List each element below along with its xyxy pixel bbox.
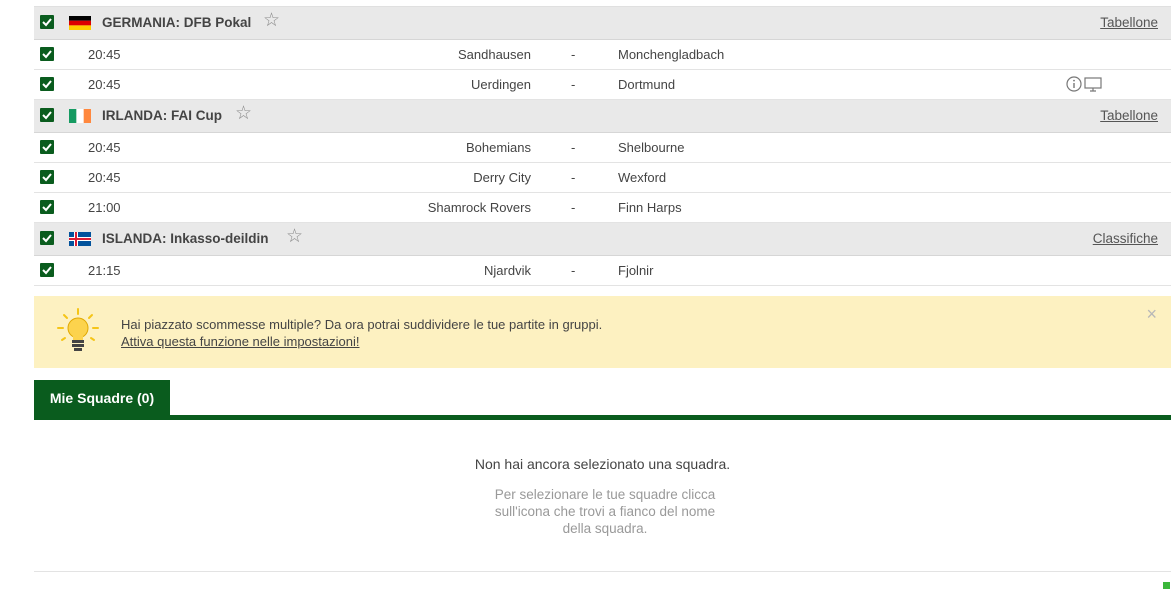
empty-state-hint: Per selezionare le tue squadre clicca su… bbox=[494, 487, 716, 536]
home-team: Bohemians bbox=[465, 140, 531, 155]
league-link-tabellone[interactable]: Tabellone bbox=[1100, 108, 1158, 123]
league-checkbox[interactable] bbox=[40, 231, 54, 245]
close-icon[interactable]: × bbox=[1146, 304, 1157, 325]
match-checkbox[interactable] bbox=[40, 47, 54, 61]
match-list: GERMANIA: DFB Pokal ☆ Tabellone 20:45 Sa… bbox=[34, 7, 1171, 286]
away-team: Dortmund bbox=[618, 77, 676, 92]
league-name[interactable]: IRLANDA: FAI Cup bbox=[102, 108, 222, 123]
match-checkbox[interactable] bbox=[40, 77, 54, 91]
score-separator: - bbox=[571, 47, 576, 62]
match-checkbox[interactable] bbox=[40, 263, 54, 277]
match-time: 20:45 bbox=[88, 47, 121, 62]
score-separator: - bbox=[571, 140, 576, 155]
status-indicator bbox=[1163, 582, 1170, 589]
match-row[interactable]: 20:45 Uerdingen - Dortmund bbox=[34, 70, 1171, 100]
match-row[interactable]: 21:15 Njardvik - Fjolnir bbox=[34, 256, 1171, 286]
away-team: Wexford bbox=[618, 170, 667, 185]
home-team: Sandhausen bbox=[457, 47, 531, 62]
away-team: Finn Harps bbox=[618, 200, 682, 215]
league-checkbox[interactable] bbox=[40, 15, 54, 29]
home-team: Uerdingen bbox=[471, 77, 531, 92]
match-row[interactable]: 21:00 Shamrock Rovers - Finn Harps bbox=[34, 193, 1171, 223]
home-team: Njardvik bbox=[484, 263, 531, 278]
match-row[interactable]: 20:45 Derry City - Wexford bbox=[34, 163, 1171, 193]
away-team: Shelbourne bbox=[618, 140, 685, 155]
tab-my-teams[interactable]: Mie Squadre (0) bbox=[34, 380, 170, 415]
match-row[interactable]: 20:45 Sandhausen - Monchengladbach bbox=[34, 40, 1171, 70]
away-team: Fjolnir bbox=[618, 263, 654, 278]
info-banner: Hai piazzato scommesse multiple? Da ora … bbox=[34, 296, 1171, 368]
favorite-star-icon[interactable]: ☆ bbox=[263, 11, 280, 30]
favorite-star-icon[interactable]: ☆ bbox=[286, 227, 303, 246]
league-header-iceland: ISLANDA: Inkasso-deildin ☆ Classifiche bbox=[34, 223, 1171, 256]
tv-icon[interactable] bbox=[1084, 76, 1102, 92]
league-checkbox[interactable] bbox=[40, 108, 54, 122]
banner-settings-link[interactable]: Attiva questa funzione nelle impostazion… bbox=[121, 334, 359, 349]
match-time: 20:45 bbox=[88, 170, 121, 185]
match-time: 20:45 bbox=[88, 140, 121, 155]
match-checkbox[interactable] bbox=[40, 200, 54, 214]
score-separator: - bbox=[571, 263, 576, 278]
score-separator: - bbox=[571, 170, 576, 185]
match-time: 21:00 bbox=[88, 200, 121, 215]
league-header-germany: GERMANIA: DFB Pokal ☆ Tabellone bbox=[34, 7, 1171, 40]
banner-text: Hai piazzato scommesse multiple? Da ora … bbox=[121, 317, 603, 332]
iceland-flag-icon bbox=[69, 232, 91, 246]
match-time: 20:45 bbox=[88, 77, 121, 92]
match-time: 21:15 bbox=[88, 263, 121, 278]
empty-state-title: Non hai ancora selezionato una squadra. bbox=[474, 456, 731, 472]
league-link-classifiche[interactable]: Classifiche bbox=[1093, 231, 1158, 246]
match-checkbox[interactable] bbox=[40, 140, 54, 154]
home-team: Derry City bbox=[473, 170, 531, 185]
away-team: Monchengladbach bbox=[618, 47, 725, 62]
league-name[interactable]: GERMANIA: DFB Pokal bbox=[102, 15, 251, 30]
ireland-flag-icon bbox=[69, 109, 91, 123]
match-row[interactable]: 20:45 Bohemians - Shelbourne bbox=[34, 133, 1171, 163]
top-divider bbox=[34, 0, 1171, 7]
germany-flag-icon bbox=[69, 16, 91, 30]
info-icon[interactable] bbox=[1066, 76, 1082, 92]
score-separator: - bbox=[571, 77, 576, 92]
league-header-ireland: IRLANDA: FAI Cup ☆ Tabellone bbox=[34, 100, 1171, 133]
home-team: Shamrock Rovers bbox=[427, 200, 531, 215]
league-name[interactable]: ISLANDA: Inkasso-deildin bbox=[102, 231, 269, 246]
score-separator: - bbox=[571, 200, 576, 215]
match-icons bbox=[1066, 76, 1102, 92]
lightbulb-icon bbox=[57, 308, 99, 351]
favorite-star-icon[interactable]: ☆ bbox=[235, 104, 252, 123]
tab-bar: Mie Squadre (0) bbox=[34, 380, 1171, 420]
bottom-divider bbox=[34, 571, 1171, 572]
match-checkbox[interactable] bbox=[40, 170, 54, 184]
league-link-tabellone[interactable]: Tabellone bbox=[1100, 15, 1158, 30]
